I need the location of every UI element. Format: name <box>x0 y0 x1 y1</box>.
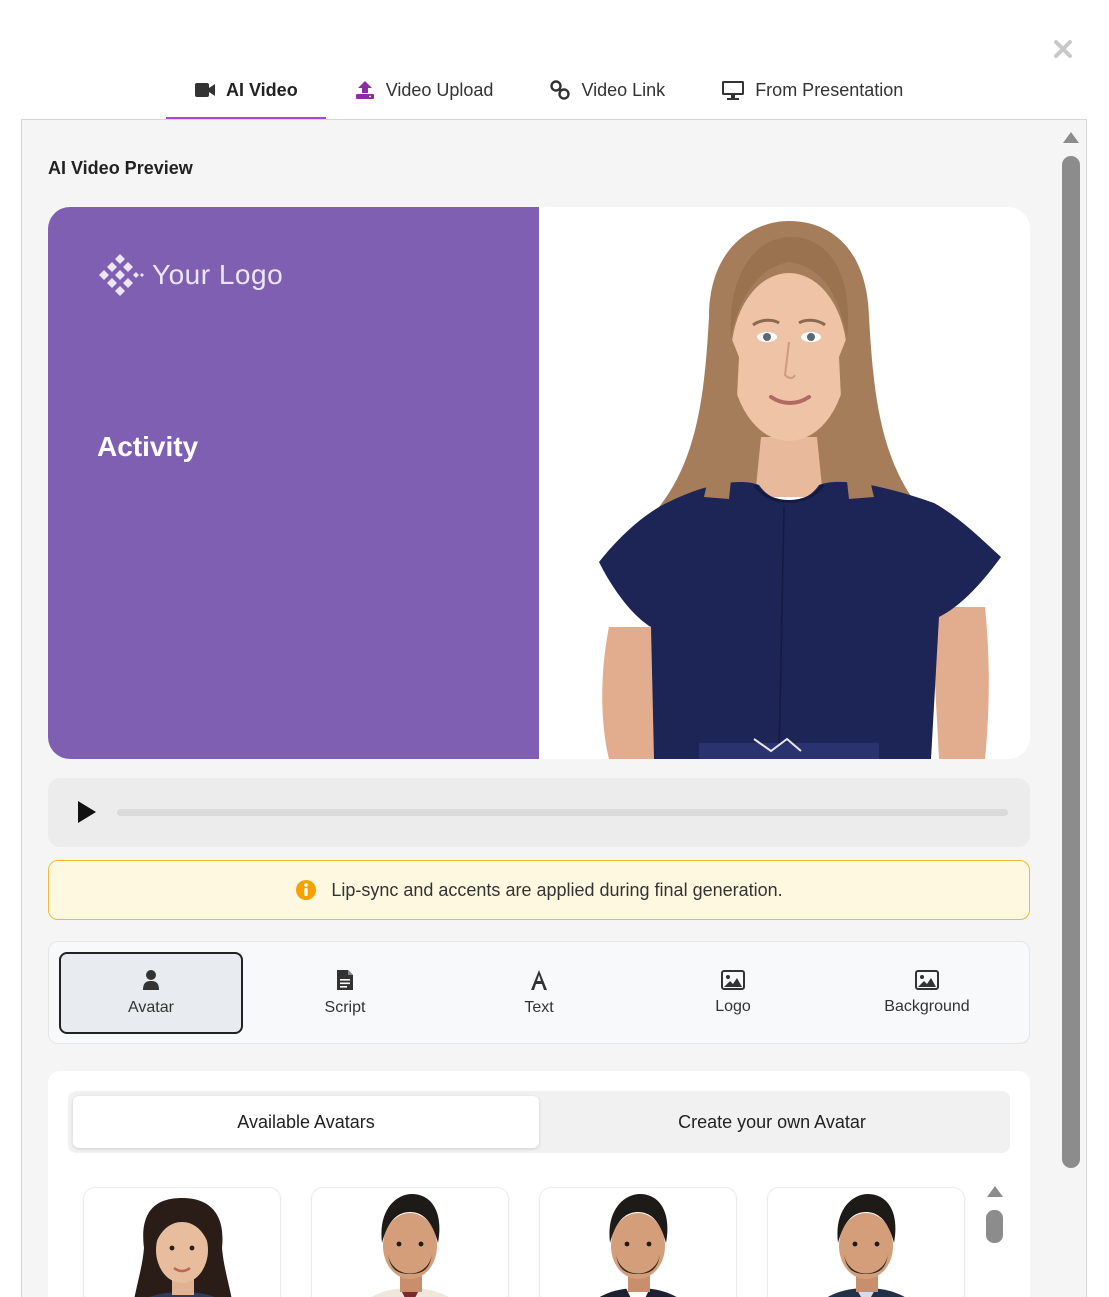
scroll-up-arrow-icon[interactable] <box>1061 128 1081 146</box>
avatar-tabs: Available Avatars Create your own Avatar <box>68 1091 1010 1153</box>
tool-avatar[interactable]: Avatar <box>59 952 243 1034</box>
notice-text: Lip-sync and accents are applied during … <box>331 879 783 900</box>
user-icon <box>143 970 159 990</box>
avatar-card[interactable] <box>83 1187 281 1297</box>
info-notice: Lip-sync and accents are applied during … <box>48 860 1030 920</box>
info-icon <box>296 880 317 900</box>
avatar-list-scrollbar-thumb[interactable] <box>986 1210 1003 1243</box>
tool-label: Text <box>524 999 554 1016</box>
tool-script[interactable]: Script <box>253 952 437 1034</box>
editor-toolbar: Avatar Script Text Logo Background <box>48 941 1030 1044</box>
logo-text: Your Logo <box>152 259 284 290</box>
document-icon <box>337 970 353 990</box>
monitor-icon <box>722 81 745 100</box>
tool-text[interactable]: Text <box>447 952 631 1034</box>
tool-background[interactable]: Background <box>835 952 1019 1034</box>
tab-video-upload[interactable]: Video Upload <box>326 60 522 120</box>
tab-from-presentation[interactable]: From Presentation <box>693 60 931 120</box>
tool-logo[interactable]: Logo <box>641 952 825 1034</box>
tool-label: Logo <box>715 998 751 1015</box>
image-icon <box>915 970 939 990</box>
play-icon <box>78 801 96 823</box>
tab-label: From Presentation <box>755 79 904 100</box>
avatar-thumbnail <box>599 1194 677 1297</box>
video-player-controls <box>48 778 1030 847</box>
image-icon <box>721 970 745 990</box>
tool-label: Avatar <box>128 999 174 1016</box>
tab-label: AI Video <box>226 79 298 100</box>
logo-mark-icon <box>99 254 144 296</box>
avatar-thumbnail <box>134 1198 232 1297</box>
video-camera-icon <box>195 83 215 97</box>
tool-label: Script <box>324 999 366 1016</box>
video-preview: Your Logo Activity <box>48 207 1030 759</box>
avatar-card[interactable] <box>767 1187 965 1297</box>
play-button[interactable] <box>75 799 99 825</box>
tab-label: Video Upload <box>385 79 494 100</box>
avatar-thumbnail <box>827 1194 905 1297</box>
avatar-card[interactable] <box>539 1187 737 1297</box>
close-button[interactable] <box>1050 36 1076 62</box>
preview-title: AI Video Preview <box>48 158 193 178</box>
source-tabs: AI Video Video Upload Video Link From Pr… <box>166 60 931 120</box>
close-icon <box>1054 40 1072 58</box>
tab-label: Video Link <box>581 79 666 100</box>
slide-title: Activity <box>97 431 199 462</box>
presenter-avatar <box>599 221 1001 759</box>
slide-background: Your Logo Activity <box>48 207 539 759</box>
logo: Your Logo <box>98 252 283 298</box>
avatar-card[interactable] <box>311 1187 509 1297</box>
tab-create-avatar[interactable]: Create your own Avatar <box>539 1096 1005 1148</box>
tab-ai-video[interactable]: AI Video <box>166 60 326 120</box>
tab-video-link[interactable]: Video Link <box>521 60 693 120</box>
upload-icon <box>355 81 374 99</box>
avatar-list-scroll-up-icon[interactable] <box>985 1183 1005 1199</box>
tool-label: Background <box>884 998 970 1015</box>
text-icon <box>531 970 547 990</box>
progress-bar[interactable] <box>117 809 1008 816</box>
avatar-thumbnail <box>371 1194 449 1297</box>
tab-available-avatars[interactable]: Available Avatars <box>73 1096 539 1148</box>
scrollbar-thumb[interactable] <box>1062 156 1080 1168</box>
link-icon <box>550 80 571 100</box>
